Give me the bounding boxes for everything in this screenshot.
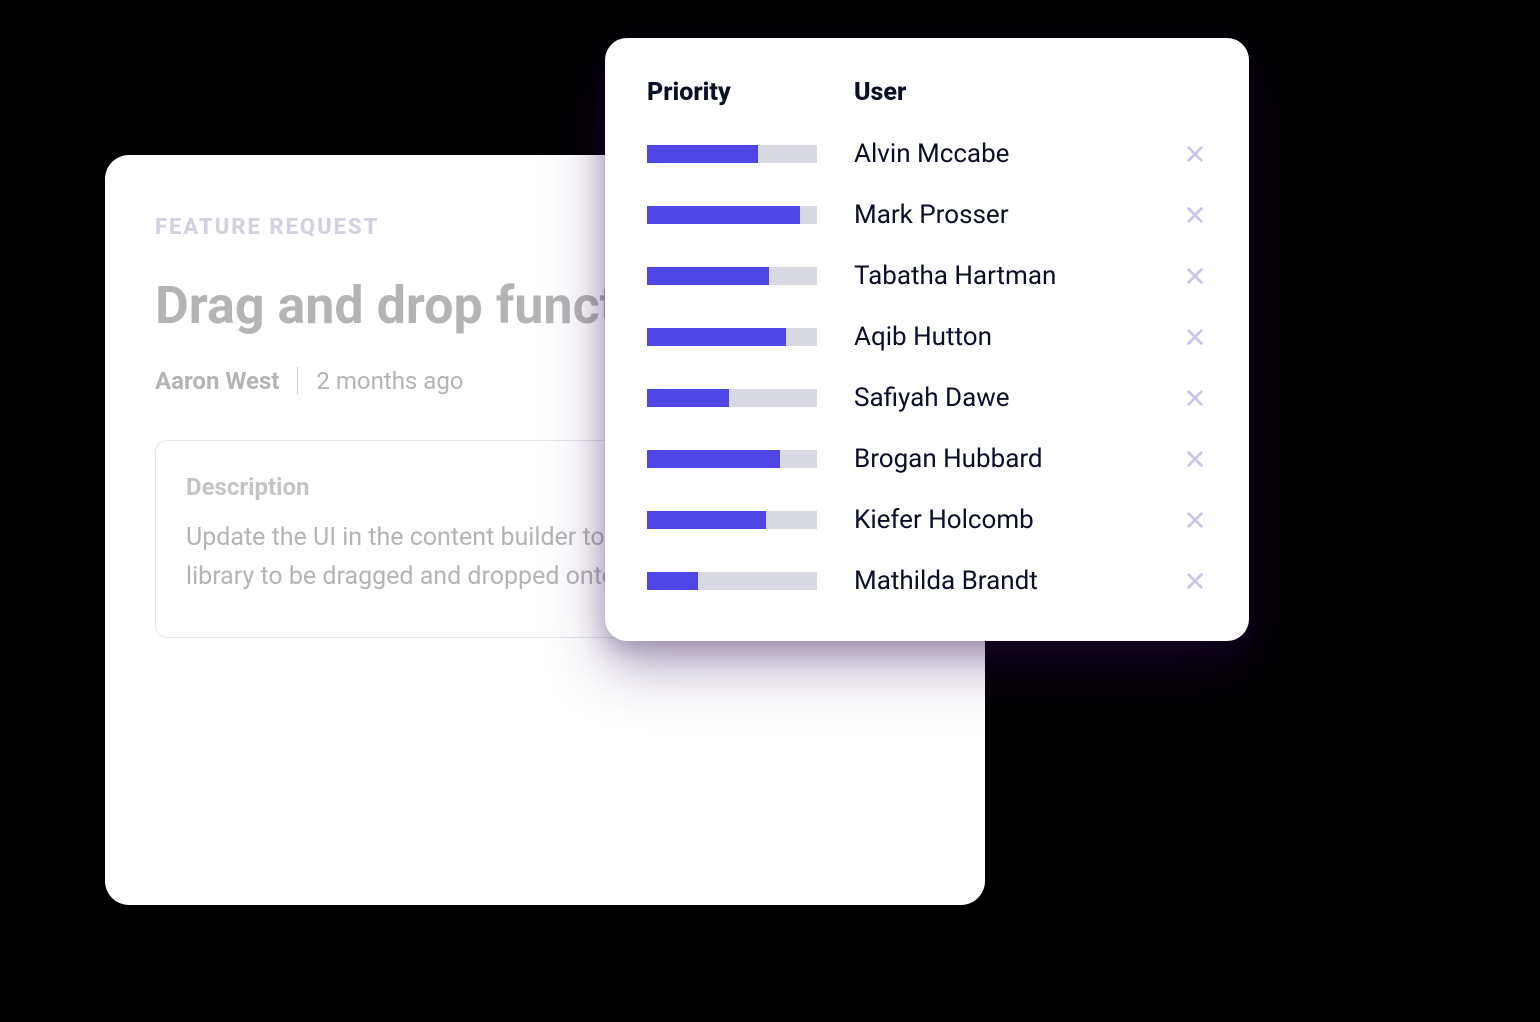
priority-bar bbox=[647, 206, 817, 224]
priority-bar-fill bbox=[647, 389, 729, 407]
priority-bar-fill bbox=[647, 145, 758, 163]
user-name: Safiyah Dawe bbox=[854, 383, 1183, 413]
priority-bar-fill bbox=[647, 328, 786, 346]
close-icon[interactable] bbox=[1183, 325, 1207, 349]
close-icon[interactable] bbox=[1183, 508, 1207, 532]
priority-bar-fill bbox=[647, 511, 766, 529]
rows-container: Alvin Mccabe Mark Prosser Tabatha Hartman A… bbox=[647, 139, 1207, 596]
feature-timestamp: 2 months ago bbox=[316, 367, 463, 395]
priority-panel: Priority User Alvin Mccabe Mark Prosser Ta… bbox=[605, 38, 1249, 641]
priority-row: Mark Prosser bbox=[647, 200, 1207, 230]
priority-row: Safiyah Dawe bbox=[647, 383, 1207, 413]
user-name: Mathilda Brandt bbox=[854, 566, 1183, 596]
close-icon[interactable] bbox=[1183, 569, 1207, 593]
priority-bar-fill bbox=[647, 206, 800, 224]
priority-row: Mathilda Brandt bbox=[647, 566, 1207, 596]
priority-bar-fill bbox=[647, 267, 769, 285]
priority-row: Tabatha Hartman bbox=[647, 261, 1207, 291]
priority-column-header: Priority bbox=[647, 78, 854, 107]
priority-bar-fill bbox=[647, 450, 780, 468]
priority-row: Brogan Hubbard bbox=[647, 444, 1207, 474]
priority-bar bbox=[647, 145, 817, 163]
user-name: Mark Prosser bbox=[854, 200, 1183, 230]
close-icon[interactable] bbox=[1183, 264, 1207, 288]
priority-bar bbox=[647, 450, 817, 468]
close-icon[interactable] bbox=[1183, 142, 1207, 166]
close-icon[interactable] bbox=[1183, 386, 1207, 410]
user-name: Aqib Hutton bbox=[854, 322, 1183, 352]
priority-row: Alvin Mccabe bbox=[647, 139, 1207, 169]
meta-divider bbox=[297, 367, 298, 395]
priority-bar bbox=[647, 389, 817, 407]
priority-row: Aqib Hutton bbox=[647, 322, 1207, 352]
user-name: Tabatha Hartman bbox=[854, 261, 1183, 291]
priority-bar bbox=[647, 511, 817, 529]
panel-headers: Priority User bbox=[647, 78, 1207, 107]
priority-row: Kiefer Holcomb bbox=[647, 505, 1207, 535]
priority-bar bbox=[647, 572, 817, 590]
feature-author: Aaron West bbox=[155, 367, 279, 395]
user-column-header: User bbox=[854, 78, 906, 107]
user-name: Kiefer Holcomb bbox=[854, 505, 1183, 535]
close-icon[interactable] bbox=[1183, 203, 1207, 227]
close-icon[interactable] bbox=[1183, 447, 1207, 471]
user-name: Brogan Hubbard bbox=[854, 444, 1183, 474]
priority-bar bbox=[647, 328, 817, 346]
priority-bar-fill bbox=[647, 572, 698, 590]
user-name: Alvin Mccabe bbox=[854, 139, 1183, 169]
priority-bar bbox=[647, 267, 817, 285]
